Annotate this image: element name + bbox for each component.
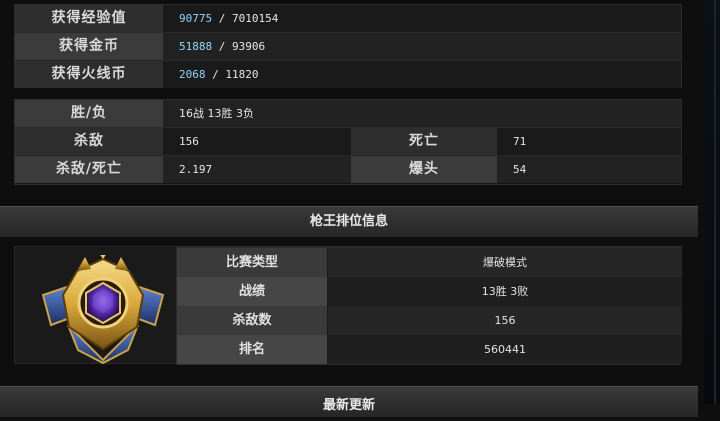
reward-value: 2068 / 11820 xyxy=(179,68,259,81)
ranked-value: 爆破模式 xyxy=(328,248,682,277)
reward-label: 获得经验值 xyxy=(51,10,127,26)
kills-label: 杀敌 xyxy=(74,133,104,149)
ranked-section-title: 枪王排位信息 xyxy=(309,214,388,229)
updates-section-title: 最新更新 xyxy=(322,398,375,413)
reward-value: 90775 / 7010154 xyxy=(179,12,279,25)
reward-row-fire-coin: 获得火线币 2068 / 11820 xyxy=(15,61,681,88)
ranked-row-kills: 杀敌数 156 xyxy=(177,306,682,335)
win-loss-label: 胜/负 xyxy=(70,105,108,121)
ranked-row-record: 战绩 13胜 3败 xyxy=(177,277,682,306)
kills-value: 156 xyxy=(179,135,199,148)
reward-row-exp: 获得经验值 90775 / 7010154 xyxy=(15,5,681,33)
ranked-value: 13胜 3败 xyxy=(328,277,682,306)
window-right-edge xyxy=(704,0,720,404)
ranked-label: 战绩 xyxy=(177,277,327,306)
reward-row-gold: 获得金币 51888 / 93906 xyxy=(15,33,681,61)
headshot-label: 爆头 xyxy=(409,161,439,177)
battle-stats-panel: 胜/负 16战 13胜 3负 杀敌 156 死亡 71 杀敌/死亡 2.197 … xyxy=(14,99,682,185)
ranked-section-header: 枪王排位信息 xyxy=(0,206,698,238)
kd-label: 杀敌/死亡 xyxy=(55,161,123,177)
deaths-label: 死亡 xyxy=(409,133,439,149)
reward-value: 51888 / 93906 xyxy=(179,40,266,53)
stats-row-kills-deaths: 杀敌 156 死亡 71 xyxy=(15,128,681,156)
updates-section-header: 最新更新 xyxy=(0,386,698,418)
reward-label: 获得火线币 xyxy=(51,66,127,82)
rank-badge-icon xyxy=(41,255,165,365)
ranked-value: 560441 xyxy=(328,335,682,364)
rewards-panel: 获得经验值 90775 / 7010154 获得金币 51888 / 93906… xyxy=(14,4,682,88)
ranked-label: 杀敌数 xyxy=(177,306,327,335)
headshot-value: 54 xyxy=(513,163,527,176)
win-loss-value: 16战 13胜 3负 xyxy=(179,107,254,120)
stats-row-kd-headshot: 杀敌/死亡 2.197 爆头 54 xyxy=(15,156,681,183)
reward-label: 获得金币 xyxy=(59,38,119,54)
deaths-value: 71 xyxy=(513,135,527,148)
ranked-row-rank: 排名 560441 xyxy=(177,335,682,365)
scroll-rail[interactable] xyxy=(714,0,716,404)
kd-value: 2.197 xyxy=(179,163,213,176)
ranked-info-table: 比赛类型 爆破模式 战绩 13胜 3败 杀敌数 156 排名 560441 xyxy=(176,247,682,365)
stats-row-winloss: 胜/负 16战 13胜 3负 xyxy=(15,100,681,128)
ranked-label: 比赛类型 xyxy=(177,248,327,277)
ranked-value: 156 xyxy=(328,306,682,335)
ranked-label: 排名 xyxy=(177,335,327,364)
ranked-row-mode: 比赛类型 爆破模式 xyxy=(177,248,682,277)
